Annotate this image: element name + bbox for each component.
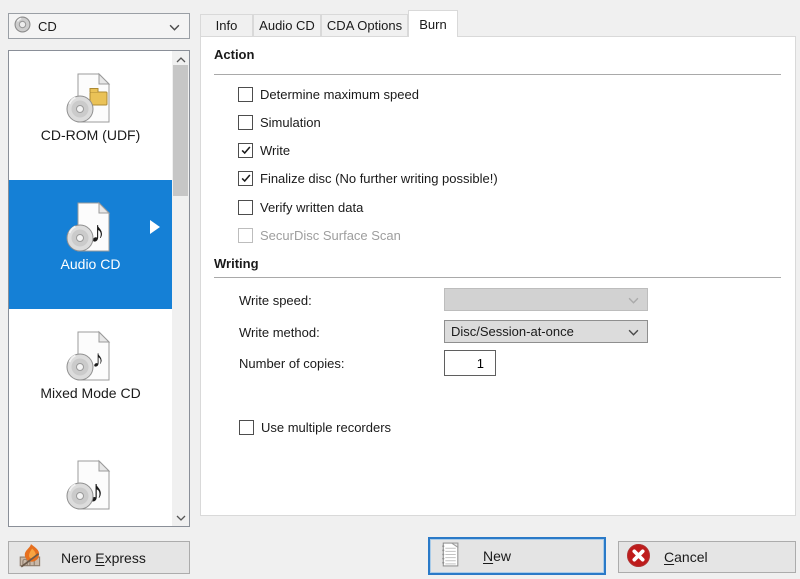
cd-rom-udf-icon: [63, 71, 117, 128]
tab-cda-options[interactable]: CDA Options: [321, 14, 408, 37]
check-icon: [240, 172, 252, 184]
write-speed-label: Write speed:: [239, 288, 312, 312]
new-button-label: New: [483, 548, 511, 564]
disc-icon: [14, 16, 31, 36]
audio-cd-icon: ♪: [63, 200, 117, 257]
checkbox-box[interactable]: [238, 143, 253, 158]
select-value: Disc/Session-at-once: [445, 324, 628, 339]
tab-label: CDA Options: [327, 18, 402, 33]
checkbox-securdisc-surface-scan: SecurDisc Surface Scan: [238, 227, 401, 243]
audio-cd-icon: ♪: [63, 458, 117, 515]
checkbox-use-multiple-recorders[interactable]: Use multiple recorders: [239, 419, 391, 435]
burn-tab-panel: Action Determine maximum speed Simulatio…: [200, 36, 796, 516]
checkbox-label: Simulation: [260, 115, 321, 130]
selected-item-arrow-icon: [150, 220, 160, 234]
list-item-partial[interactable]: ♪: [9, 438, 172, 526]
checkbox-box[interactable]: [238, 200, 253, 215]
tab-label: Burn: [419, 17, 446, 32]
svg-text:♪: ♪: [92, 346, 104, 373]
chevron-down-icon: [169, 19, 180, 34]
tab-burn[interactable]: Burn: [408, 10, 458, 37]
nero-flame-icon: [17, 543, 45, 572]
write-speed-select: [444, 288, 648, 311]
mixed-mode-cd-icon: ♪: [63, 329, 117, 386]
write-method-label: Write method:: [239, 320, 320, 344]
label-text: ancel: [674, 549, 707, 565]
notepad-icon: [439, 541, 460, 571]
section-divider: [214, 277, 781, 278]
nero-express-button[interactable]: Nero Express: [8, 541, 190, 574]
compilation-type-list: CD-ROM (UDF) ♪ Audio CD: [8, 50, 190, 527]
compilation-items: CD-ROM (UDF) ♪ Audio CD: [9, 51, 172, 526]
sidebar-scrollbar[interactable]: [172, 51, 189, 526]
list-item-label: Mixed Mode CD: [9, 385, 172, 401]
checkbox-label: Finalize disc (No further writing possib…: [260, 171, 498, 186]
label-mnemonic: E: [95, 550, 104, 566]
checkbox-label: Write: [260, 143, 290, 158]
checkbox-box[interactable]: [239, 420, 254, 435]
new-compilation-dialog: CD Info Audio CD CDA Options Burn: [0, 0, 800, 579]
checkbox-label: Use multiple recorders: [261, 420, 391, 435]
checkbox-label: SecurDisc Surface Scan: [260, 228, 401, 243]
label-text: Nero: [61, 550, 95, 566]
writing-section-title: Writing: [214, 256, 259, 271]
tab-label: Audio CD: [259, 18, 315, 33]
chevron-down-icon: [628, 292, 639, 307]
checkbox-finalize-disc[interactable]: Finalize disc (No further writing possib…: [238, 170, 498, 186]
cancel-x-icon: [626, 543, 651, 571]
checkbox-box: [238, 228, 253, 243]
cancel-button[interactable]: Cancel: [618, 541, 796, 573]
scrollbar-thumb[interactable]: [173, 65, 188, 196]
tab-audio-cd[interactable]: Audio CD: [253, 14, 321, 37]
section-divider: [214, 74, 781, 75]
list-item-audio-cd[interactable]: ♪ Audio CD: [9, 180, 172, 309]
field-label: Number of copies:: [239, 356, 345, 371]
list-item-label: CD-ROM (UDF): [9, 127, 172, 143]
list-item-cdrom-udf[interactable]: CD-ROM (UDF): [9, 51, 172, 180]
label-text: ew: [493, 548, 511, 564]
copies-input[interactable]: [444, 350, 496, 376]
label-text: xpress: [105, 550, 146, 566]
cancel-button-label: Cancel: [664, 549, 708, 565]
list-item-label: Audio CD: [9, 256, 172, 272]
checkbox-label: Verify written data: [260, 200, 363, 215]
field-label: Write speed:: [239, 293, 312, 308]
device-selector-value: CD: [38, 19, 169, 34]
checkbox-box[interactable]: [238, 171, 253, 186]
new-button[interactable]: New: [428, 537, 606, 575]
label-mnemonic: C: [664, 549, 674, 565]
check-icon: [240, 144, 252, 156]
tab-info[interactable]: Info: [200, 14, 253, 37]
tab-label: Info: [216, 18, 238, 33]
checkbox-verify-written-data[interactable]: Verify written data: [238, 199, 363, 215]
nero-express-label: Nero Express: [61, 550, 146, 566]
checkbox-determine-maximum-speed[interactable]: Determine maximum speed: [238, 86, 419, 102]
field-label: Write method:: [239, 325, 320, 340]
checkbox-write[interactable]: Write: [238, 142, 290, 158]
scroll-down-icon[interactable]: [172, 509, 189, 526]
action-section-title: Action: [214, 47, 254, 62]
checkbox-label: Determine maximum speed: [260, 87, 419, 102]
device-selector[interactable]: CD: [8, 13, 190, 39]
checkbox-box[interactable]: [238, 87, 253, 102]
write-method-select[interactable]: Disc/Session-at-once: [444, 320, 648, 343]
label-mnemonic: N: [483, 548, 493, 564]
list-item-mixed-mode-cd[interactable]: ♪ Mixed Mode CD: [9, 309, 172, 438]
chevron-down-icon: [628, 324, 639, 339]
checkbox-simulation[interactable]: Simulation: [238, 114, 321, 130]
copies-label: Number of copies:: [239, 351, 345, 375]
checkbox-box[interactable]: [238, 115, 253, 130]
